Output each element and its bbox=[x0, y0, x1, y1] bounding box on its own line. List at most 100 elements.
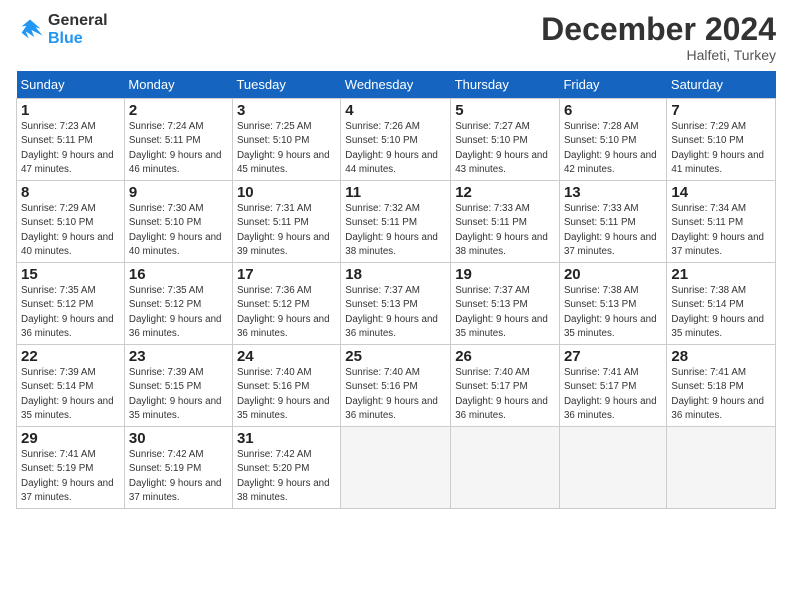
day-cell-22: 22 Sunrise: 7:39 AMSunset: 5:14 PMDaylig… bbox=[17, 345, 125, 427]
day-info: Sunrise: 7:31 AMSunset: 5:11 PMDaylight:… bbox=[237, 203, 330, 257]
day-number: 14 bbox=[671, 184, 771, 201]
day-number: 31 bbox=[237, 430, 336, 447]
day-cell-3: 3 Sunrise: 7:25 AMSunset: 5:10 PMDayligh… bbox=[232, 99, 340, 181]
weekday-header-monday: Monday bbox=[124, 71, 232, 99]
day-number: 26 bbox=[455, 348, 555, 365]
day-number: 9 bbox=[129, 184, 228, 201]
empty-cell bbox=[667, 427, 776, 509]
day-cell-12: 12 Sunrise: 7:33 AMSunset: 5:11 PMDaylig… bbox=[451, 181, 560, 263]
day-cell-4: 4 Sunrise: 7:26 AMSunset: 5:10 PMDayligh… bbox=[341, 99, 451, 181]
week-row-2: 8 Sunrise: 7:29 AMSunset: 5:10 PMDayligh… bbox=[17, 181, 776, 263]
day-cell-20: 20 Sunrise: 7:38 AMSunset: 5:13 PMDaylig… bbox=[559, 263, 666, 345]
day-number: 18 bbox=[345, 266, 446, 283]
day-number: 3 bbox=[237, 102, 336, 119]
day-info: Sunrise: 7:38 AMSunset: 5:14 PMDaylight:… bbox=[671, 285, 764, 339]
day-info: Sunrise: 7:28 AMSunset: 5:10 PMDaylight:… bbox=[564, 121, 657, 175]
day-cell-26: 26 Sunrise: 7:40 AMSunset: 5:17 PMDaylig… bbox=[451, 345, 560, 427]
weekday-header-saturday: Saturday bbox=[667, 71, 776, 99]
day-cell-27: 27 Sunrise: 7:41 AMSunset: 5:17 PMDaylig… bbox=[559, 345, 666, 427]
day-number: 29 bbox=[21, 430, 120, 447]
day-info: Sunrise: 7:25 AMSunset: 5:10 PMDaylight:… bbox=[237, 121, 330, 175]
weekday-header-tuesday: Tuesday bbox=[232, 71, 340, 99]
day-number: 22 bbox=[21, 348, 120, 365]
day-number: 27 bbox=[564, 348, 662, 365]
day-info: Sunrise: 7:36 AMSunset: 5:12 PMDaylight:… bbox=[237, 285, 330, 339]
empty-cell bbox=[451, 427, 560, 509]
day-number: 17 bbox=[237, 266, 336, 283]
day-cell-13: 13 Sunrise: 7:33 AMSunset: 5:11 PMDaylig… bbox=[559, 181, 666, 263]
day-cell-16: 16 Sunrise: 7:35 AMSunset: 5:12 PMDaylig… bbox=[124, 263, 232, 345]
title-area: December 2024 Halfeti, Turkey bbox=[541, 12, 776, 63]
day-cell-29: 29 Sunrise: 7:41 AMSunset: 5:19 PMDaylig… bbox=[17, 427, 125, 509]
day-number: 16 bbox=[129, 266, 228, 283]
day-number: 2 bbox=[129, 102, 228, 119]
day-info: Sunrise: 7:29 AMSunset: 5:10 PMDaylight:… bbox=[671, 121, 764, 175]
day-cell-15: 15 Sunrise: 7:35 AMSunset: 5:12 PMDaylig… bbox=[17, 263, 125, 345]
day-number: 24 bbox=[237, 348, 336, 365]
day-cell-21: 21 Sunrise: 7:38 AMSunset: 5:14 PMDaylig… bbox=[667, 263, 776, 345]
day-info: Sunrise: 7:34 AMSunset: 5:11 PMDaylight:… bbox=[671, 203, 764, 257]
day-cell-28: 28 Sunrise: 7:41 AMSunset: 5:18 PMDaylig… bbox=[667, 345, 776, 427]
day-info: Sunrise: 7:41 AMSunset: 5:19 PMDaylight:… bbox=[21, 449, 114, 503]
day-number: 1 bbox=[21, 102, 120, 119]
day-number: 12 bbox=[455, 184, 555, 201]
day-cell-5: 5 Sunrise: 7:27 AMSunset: 5:10 PMDayligh… bbox=[451, 99, 560, 181]
day-number: 5 bbox=[455, 102, 555, 119]
day-cell-24: 24 Sunrise: 7:40 AMSunset: 5:16 PMDaylig… bbox=[232, 345, 340, 427]
page-container: General Blue December 2024 Halfeti, Turk… bbox=[0, 0, 792, 517]
day-cell-8: 8 Sunrise: 7:29 AMSunset: 5:10 PMDayligh… bbox=[17, 181, 125, 263]
day-info: Sunrise: 7:26 AMSunset: 5:10 PMDaylight:… bbox=[345, 121, 438, 175]
day-info: Sunrise: 7:40 AMSunset: 5:17 PMDaylight:… bbox=[455, 367, 548, 421]
day-number: 21 bbox=[671, 266, 771, 283]
day-info: Sunrise: 7:41 AMSunset: 5:18 PMDaylight:… bbox=[671, 367, 764, 421]
day-number: 4 bbox=[345, 102, 446, 119]
day-cell-6: 6 Sunrise: 7:28 AMSunset: 5:10 PMDayligh… bbox=[559, 99, 666, 181]
day-number: 20 bbox=[564, 266, 662, 283]
day-info: Sunrise: 7:24 AMSunset: 5:11 PMDaylight:… bbox=[129, 121, 222, 175]
logo-text: General Blue bbox=[48, 12, 108, 47]
day-info: Sunrise: 7:41 AMSunset: 5:17 PMDaylight:… bbox=[564, 367, 657, 421]
day-cell-31: 31 Sunrise: 7:42 AMSunset: 5:20 PMDaylig… bbox=[232, 427, 340, 509]
day-number: 13 bbox=[564, 184, 662, 201]
empty-cell bbox=[559, 427, 666, 509]
day-info: Sunrise: 7:23 AMSunset: 5:11 PMDaylight:… bbox=[21, 121, 114, 175]
weekday-header-wednesday: Wednesday bbox=[341, 71, 451, 99]
day-info: Sunrise: 7:33 AMSunset: 5:11 PMDaylight:… bbox=[564, 203, 657, 257]
weekday-header-sunday: Sunday bbox=[17, 71, 125, 99]
week-row-3: 15 Sunrise: 7:35 AMSunset: 5:12 PMDaylig… bbox=[17, 263, 776, 345]
week-row-4: 22 Sunrise: 7:39 AMSunset: 5:14 PMDaylig… bbox=[17, 345, 776, 427]
day-info: Sunrise: 7:39 AMSunset: 5:15 PMDaylight:… bbox=[129, 367, 222, 421]
calendar-table: SundayMondayTuesdayWednesdayThursdayFrid… bbox=[16, 71, 776, 509]
month-title: December 2024 bbox=[541, 12, 776, 47]
day-cell-30: 30 Sunrise: 7:42 AMSunset: 5:19 PMDaylig… bbox=[124, 427, 232, 509]
day-info: Sunrise: 7:32 AMSunset: 5:11 PMDaylight:… bbox=[345, 203, 438, 257]
day-cell-19: 19 Sunrise: 7:37 AMSunset: 5:13 PMDaylig… bbox=[451, 263, 560, 345]
day-number: 28 bbox=[671, 348, 771, 365]
day-cell-7: 7 Sunrise: 7:29 AMSunset: 5:10 PMDayligh… bbox=[667, 99, 776, 181]
week-row-5: 29 Sunrise: 7:41 AMSunset: 5:19 PMDaylig… bbox=[17, 427, 776, 509]
day-info: Sunrise: 7:39 AMSunset: 5:14 PMDaylight:… bbox=[21, 367, 114, 421]
day-info: Sunrise: 7:27 AMSunset: 5:10 PMDaylight:… bbox=[455, 121, 548, 175]
day-cell-23: 23 Sunrise: 7:39 AMSunset: 5:15 PMDaylig… bbox=[124, 345, 232, 427]
empty-cell bbox=[341, 427, 451, 509]
day-cell-25: 25 Sunrise: 7:40 AMSunset: 5:16 PMDaylig… bbox=[341, 345, 451, 427]
day-number: 11 bbox=[345, 184, 446, 201]
page-header: General Blue December 2024 Halfeti, Turk… bbox=[16, 12, 776, 63]
day-info: Sunrise: 7:40 AMSunset: 5:16 PMDaylight:… bbox=[345, 367, 438, 421]
day-info: Sunrise: 7:33 AMSunset: 5:11 PMDaylight:… bbox=[455, 203, 548, 257]
day-cell-9: 9 Sunrise: 7:30 AMSunset: 5:10 PMDayligh… bbox=[124, 181, 232, 263]
day-number: 30 bbox=[129, 430, 228, 447]
day-info: Sunrise: 7:30 AMSunset: 5:10 PMDaylight:… bbox=[129, 203, 222, 257]
day-cell-2: 2 Sunrise: 7:24 AMSunset: 5:11 PMDayligh… bbox=[124, 99, 232, 181]
day-info: Sunrise: 7:40 AMSunset: 5:16 PMDaylight:… bbox=[237, 367, 330, 421]
logo-icon bbox=[16, 16, 44, 44]
weekday-header-row: SundayMondayTuesdayWednesdayThursdayFrid… bbox=[17, 71, 776, 99]
day-info: Sunrise: 7:42 AMSunset: 5:19 PMDaylight:… bbox=[129, 449, 222, 503]
day-info: Sunrise: 7:37 AMSunset: 5:13 PMDaylight:… bbox=[455, 285, 548, 339]
day-info: Sunrise: 7:29 AMSunset: 5:10 PMDaylight:… bbox=[21, 203, 114, 257]
weekday-header-friday: Friday bbox=[559, 71, 666, 99]
day-number: 10 bbox=[237, 184, 336, 201]
day-cell-17: 17 Sunrise: 7:36 AMSunset: 5:12 PMDaylig… bbox=[232, 263, 340, 345]
day-cell-1: 1 Sunrise: 7:23 AMSunset: 5:11 PMDayligh… bbox=[17, 99, 125, 181]
day-info: Sunrise: 7:42 AMSunset: 5:20 PMDaylight:… bbox=[237, 449, 330, 503]
